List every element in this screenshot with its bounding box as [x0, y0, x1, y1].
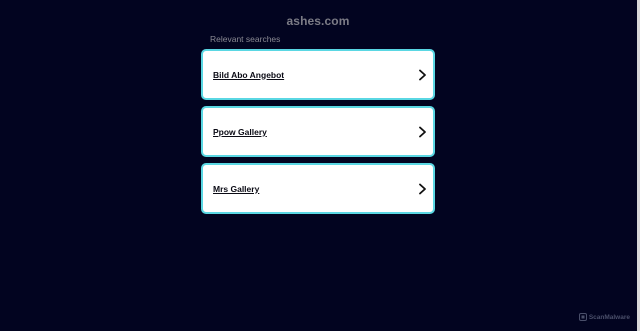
search-result-link[interactable]: Ppow Gallery [201, 106, 435, 157]
parked-domain-page: ashes.com Relevant searches Bild Abo Ang… [0, 0, 640, 331]
chevron-right-icon [419, 183, 426, 194]
chevron-right-icon [419, 69, 426, 80]
search-results-list: Bild Abo Angebot Ppow Gallery Mrs Galler… [201, 49, 435, 220]
search-result-link[interactable]: Bild Abo Angebot [201, 49, 435, 100]
chevron-right-icon [419, 126, 426, 137]
brand-name: ScanMalware [588, 313, 630, 321]
domain-title: ashes.com [286, 14, 350, 28]
search-result-label: Mrs Gallery [213, 183, 260, 194]
relevant-searches-heading: Relevant searches [210, 34, 281, 44]
search-result-label: Bild Abo Angebot [213, 69, 285, 80]
search-result-link[interactable]: Mrs Gallery [201, 163, 435, 214]
scanmalware-watermark: ScanMalware [578, 313, 630, 321]
search-result-label: Ppow Gallery [213, 126, 267, 137]
scanmalware-logo-icon [578, 313, 587, 321]
